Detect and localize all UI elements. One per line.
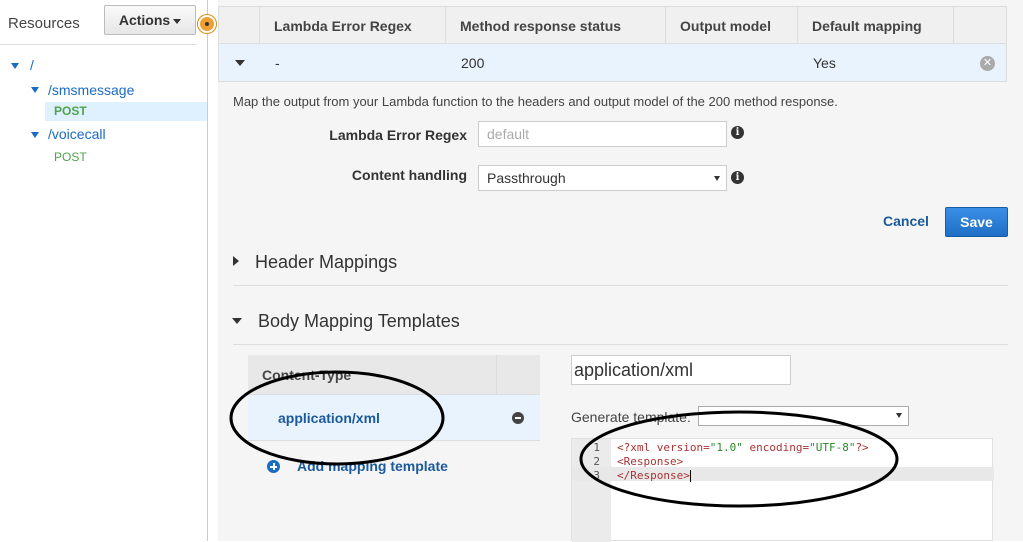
row-model	[667, 44, 681, 82]
content-type-header: Content-Type	[248, 355, 540, 395]
section-divider	[233, 344, 1008, 345]
code-token: <Response>	[617, 455, 684, 468]
tree-caret-down-icon[interactable]	[31, 87, 39, 93]
select-caret-icon	[714, 176, 720, 181]
code-line-1: <?xml version="1.0" encoding="UTF-8"?>	[617, 441, 869, 454]
save-button[interactable]: Save	[945, 207, 1008, 237]
tree-item-voicecall[interactable]: /voicecall	[48, 126, 106, 142]
actions-button[interactable]: Actions	[104, 5, 196, 35]
col-output-model: Output model	[665, 7, 797, 45]
content-handling-label: Content handling	[351, 167, 467, 183]
resources-sidebar: Resources Actions / /smsmessage POST /vo…	[0, 0, 208, 541]
panel-resize-handle-icon[interactable]	[198, 15, 216, 33]
sidebar-divider	[0, 44, 197, 45]
add-mapping-template-link[interactable]: Add mapping template	[297, 458, 448, 474]
caret-right-icon[interactable]	[233, 256, 239, 266]
caret-down-icon	[173, 18, 182, 24]
row-status: 200	[461, 55, 485, 71]
code-line-3: </Response>	[617, 469, 691, 482]
cancel-button[interactable]: Cancel	[883, 213, 929, 229]
remove-circle-icon[interactable]: ✕	[980, 56, 995, 71]
code-line-2: <Response>	[617, 455, 683, 468]
caret-down-icon[interactable]	[235, 60, 245, 66]
content-type-panel: Content-Type application/xml Add mapping…	[248, 355, 540, 540]
content-handling-select[interactable]: Passthrough	[478, 165, 727, 191]
col-lambda-error-regex: Lambda Error Regex	[259, 7, 461, 45]
select-caret-icon	[896, 413, 902, 418]
content-type-item[interactable]: application/xml	[278, 410, 380, 426]
content-type-row[interactable]: application/xml	[248, 395, 540, 441]
actions-label: Actions	[118, 12, 171, 28]
generate-template-select[interactable]	[698, 406, 909, 426]
line-number: 3	[593, 469, 600, 482]
tree-method-post-selected[interactable]: POST	[45, 102, 207, 121]
tree-item-root[interactable]: /	[30, 57, 34, 73]
lambda-error-regex-input[interactable]: default	[478, 121, 727, 147]
section-divider	[233, 285, 1008, 286]
template-editor[interactable]: 1 2 3 <?xml version="1.0" encoding="UTF-…	[571, 438, 994, 542]
header-mappings-toggle[interactable]: Header Mappings	[255, 252, 397, 273]
tree-caret-down-icon[interactable]	[31, 132, 39, 138]
text-cursor	[689, 470, 691, 482]
content-type-input[interactable]: application/xml	[571, 355, 791, 385]
integration-description: Map the output from your Lambda function…	[233, 94, 838, 109]
tree-caret-down-icon[interactable]	[11, 63, 19, 69]
caret-down-icon[interactable]	[232, 318, 242, 324]
col-actions	[953, 7, 1008, 45]
code-token: "UTF-8"	[809, 441, 856, 454]
code-token: <?xml version=	[617, 441, 710, 454]
info-icon[interactable]: i	[731, 171, 744, 184]
content-type-header-label: Content-Type	[262, 367, 352, 383]
col-default-mapping: Default mapping	[797, 7, 953, 45]
content-handling-value: Passthrough	[487, 170, 566, 186]
add-circle-icon[interactable]	[267, 460, 280, 473]
body-mapping-templates-toggle[interactable]: Body Mapping Templates	[258, 311, 460, 332]
code-token: encoding=	[742, 441, 810, 454]
generate-template-label: Generate template:	[571, 409, 691, 425]
code-token: "1.0"	[709, 441, 743, 454]
line-number: 2	[593, 455, 600, 468]
tree-item-smsmessage[interactable]: /smsmessage	[48, 82, 134, 98]
response-table-header: Lambda Error Regex Method response statu…	[218, 6, 1008, 45]
main-panel: Lambda Error Regex Method response statu…	[218, 0, 1023, 542]
row-regex: -	[275, 55, 280, 71]
resources-title: Resources	[8, 15, 80, 32]
lambda-error-regex-label: Lambda Error Regex	[329, 127, 467, 143]
col-method-response-status: Method response status	[445, 7, 665, 45]
header-separator	[496, 355, 497, 395]
code-token: </Response>	[617, 469, 690, 482]
code-token: ?>	[855, 441, 869, 454]
info-icon[interactable]: i	[731, 126, 744, 139]
line-number: 1	[593, 441, 600, 454]
tree-method-post[interactable]: POST	[54, 150, 87, 164]
table-row[interactable]: - 200 Yes ✕	[218, 44, 1007, 82]
row-default: Yes	[813, 55, 836, 71]
remove-template-icon[interactable]	[512, 412, 524, 424]
